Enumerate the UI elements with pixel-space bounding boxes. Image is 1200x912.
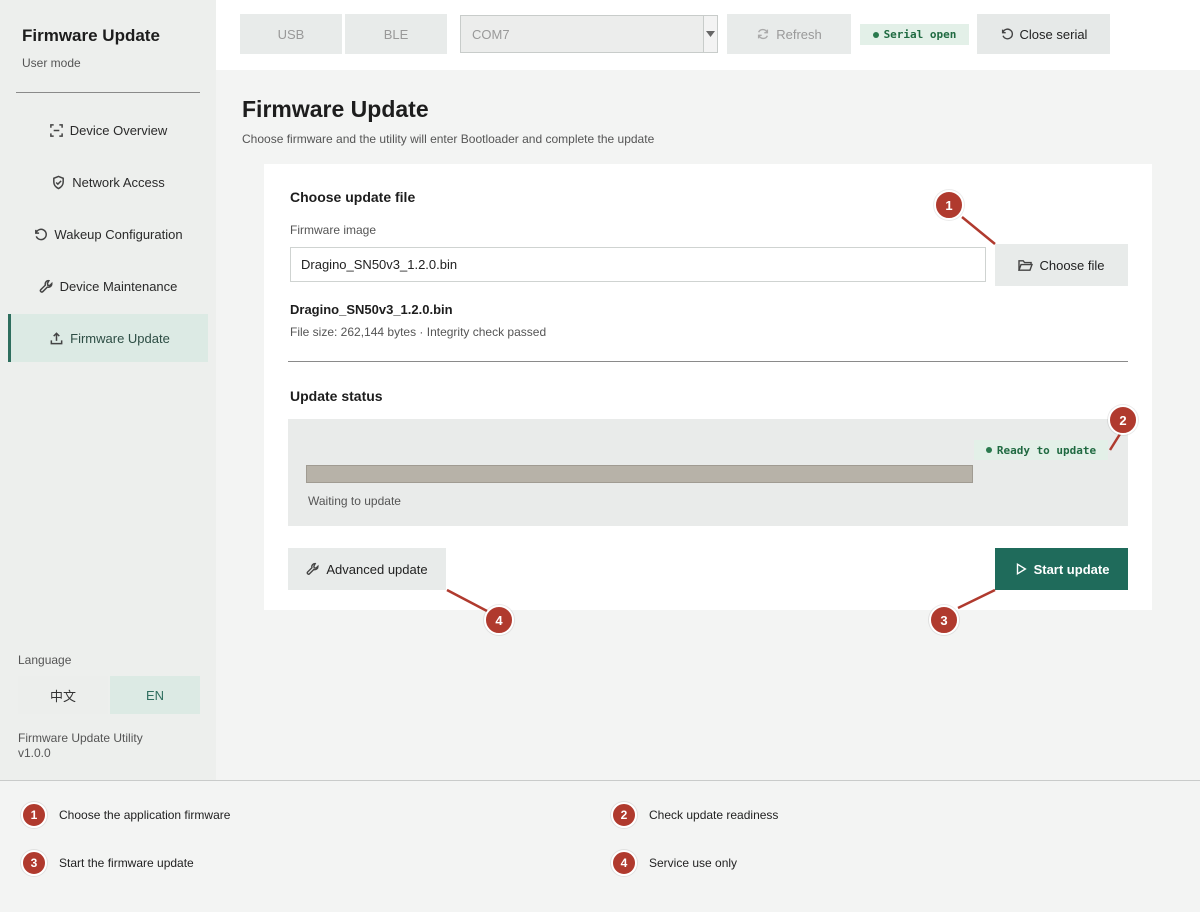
selected-file-name: Dragino_SN50v3_1.2.0.bin [290, 302, 453, 317]
ready-status-text: Ready to update [996, 443, 1097, 457]
sidebar-item-wakeup-configuration[interactable]: Wakeup Configuration [8, 210, 208, 258]
legend-marker: 2 [611, 802, 637, 828]
refresh-label: Refresh [776, 26, 822, 42]
legend-item: 2 Check update readiness [611, 802, 778, 828]
status-dot-icon [872, 31, 879, 38]
language-label: Language [18, 653, 72, 667]
sidebar-divider [16, 92, 200, 93]
callout-marker-4: 4 [484, 605, 514, 635]
scan-icon [49, 123, 63, 137]
firmware-file-input[interactable] [290, 247, 986, 282]
close-serial-label: Close serial [1019, 26, 1088, 42]
callout-marker-1: 1 [934, 190, 964, 220]
sidebar-item-label: Wakeup Configuration [54, 226, 183, 242]
app-mode: User mode [22, 56, 81, 70]
reset-icon [35, 228, 48, 240]
serial-status-text: Serial open [883, 28, 957, 41]
sidebar: Firmware Update User mode Device Overvie… [0, 0, 216, 780]
ready-status-badge: Ready to update [974, 440, 1108, 460]
wrench-icon [39, 279, 53, 293]
callout-marker-2: 2 [1108, 405, 1138, 435]
reset-icon [1001, 28, 1013, 40]
play-icon [1016, 562, 1027, 576]
topbar: USB BLE COM7 Refresh Serial open Close s… [216, 0, 1200, 70]
legend-marker: 3 [21, 850, 47, 876]
legend-item: 4 Service use only [611, 850, 737, 876]
chevron-down-icon[interactable] [703, 16, 717, 52]
close-serial-button[interactable]: Close serial [977, 14, 1110, 54]
file-meta: File size: 262,144 bytes · Integrity che… [290, 325, 547, 339]
choose-file-heading: Choose update file [290, 189, 416, 205]
update-progress-bar [306, 465, 973, 483]
callout-legend: 1 Choose the application firmware 2 Chec… [0, 780, 1200, 912]
status-dot-icon [985, 447, 992, 453]
app-title: Firmware Update [22, 26, 160, 45]
sidebar-item-label: Device Maintenance [59, 278, 178, 294]
update-status-panel: Ready to update Waiting to update [288, 419, 1128, 526]
refresh-icon [758, 28, 769, 40]
wrench-icon [307, 562, 319, 575]
firmware-image-label: Firmware image [290, 223, 377, 237]
sidebar-item-network-access[interactable]: Network Access [8, 158, 208, 206]
sidebar-item-device-overview[interactable]: Device Overview [8, 106, 208, 154]
update-status-text: Waiting to update [308, 494, 401, 508]
advanced-update-button[interactable]: Advanced update [288, 548, 446, 590]
utility-version: v1.0.0 [18, 746, 51, 760]
legend-text: Choose the application firmware [59, 808, 231, 822]
refresh-button[interactable]: Refresh [727, 14, 851, 54]
legend-item: 3 Start the firmware update [21, 850, 194, 876]
legend-text: Start the firmware update [59, 856, 194, 870]
serial-status-badge: Serial open [860, 24, 969, 45]
folder-open-icon [1018, 259, 1034, 271]
page-title: Firmware Update [242, 96, 429, 122]
legend-text: Check update readiness [649, 808, 779, 822]
firmware-card: Choose update file Firmware image Choose… [264, 164, 1152, 610]
legend-marker: 4 [611, 850, 637, 876]
upload-icon [50, 331, 63, 344]
sidebar-item-device-maintenance[interactable]: Device Maintenance [8, 262, 208, 310]
choose-file-button[interactable]: Choose file [995, 244, 1128, 286]
utility-name: Firmware Update Utility [18, 731, 143, 745]
legend-item: 1 Choose the application firmware [21, 802, 230, 828]
callout-marker-3: 3 [929, 605, 959, 635]
port-select-value: COM7 [472, 26, 510, 42]
sidebar-item-firmware-update[interactable]: Firmware Update [8, 314, 208, 362]
shield-icon [53, 175, 65, 189]
language-zh-button[interactable]: 中文 [18, 676, 108, 714]
language-en-button[interactable]: EN [110, 676, 200, 714]
page-subtitle: Choose firmware and the utility will ent… [242, 132, 655, 146]
sidebar-item-label: Device Overview [69, 122, 168, 138]
utility-info: Firmware Update Utility v1.0.0 [18, 731, 143, 761]
port-select[interactable]: COM7 [460, 15, 718, 53]
sidebar-item-label: Network Access [72, 174, 165, 190]
legend-marker: 1 [21, 802, 47, 828]
start-update-label: Start update [1033, 561, 1110, 577]
card-divider [288, 361, 1128, 362]
choose-file-label: Choose file [1039, 257, 1105, 273]
start-update-button[interactable]: Start update [995, 548, 1128, 590]
legend-text: Service use only [649, 856, 738, 870]
ble-tab[interactable]: BLE [345, 14, 447, 54]
usb-tab[interactable]: USB [240, 14, 342, 54]
sidebar-item-label: Firmware Update [70, 330, 170, 346]
advanced-update-label: Advanced update [326, 561, 428, 577]
update-status-heading: Update status [290, 388, 383, 404]
